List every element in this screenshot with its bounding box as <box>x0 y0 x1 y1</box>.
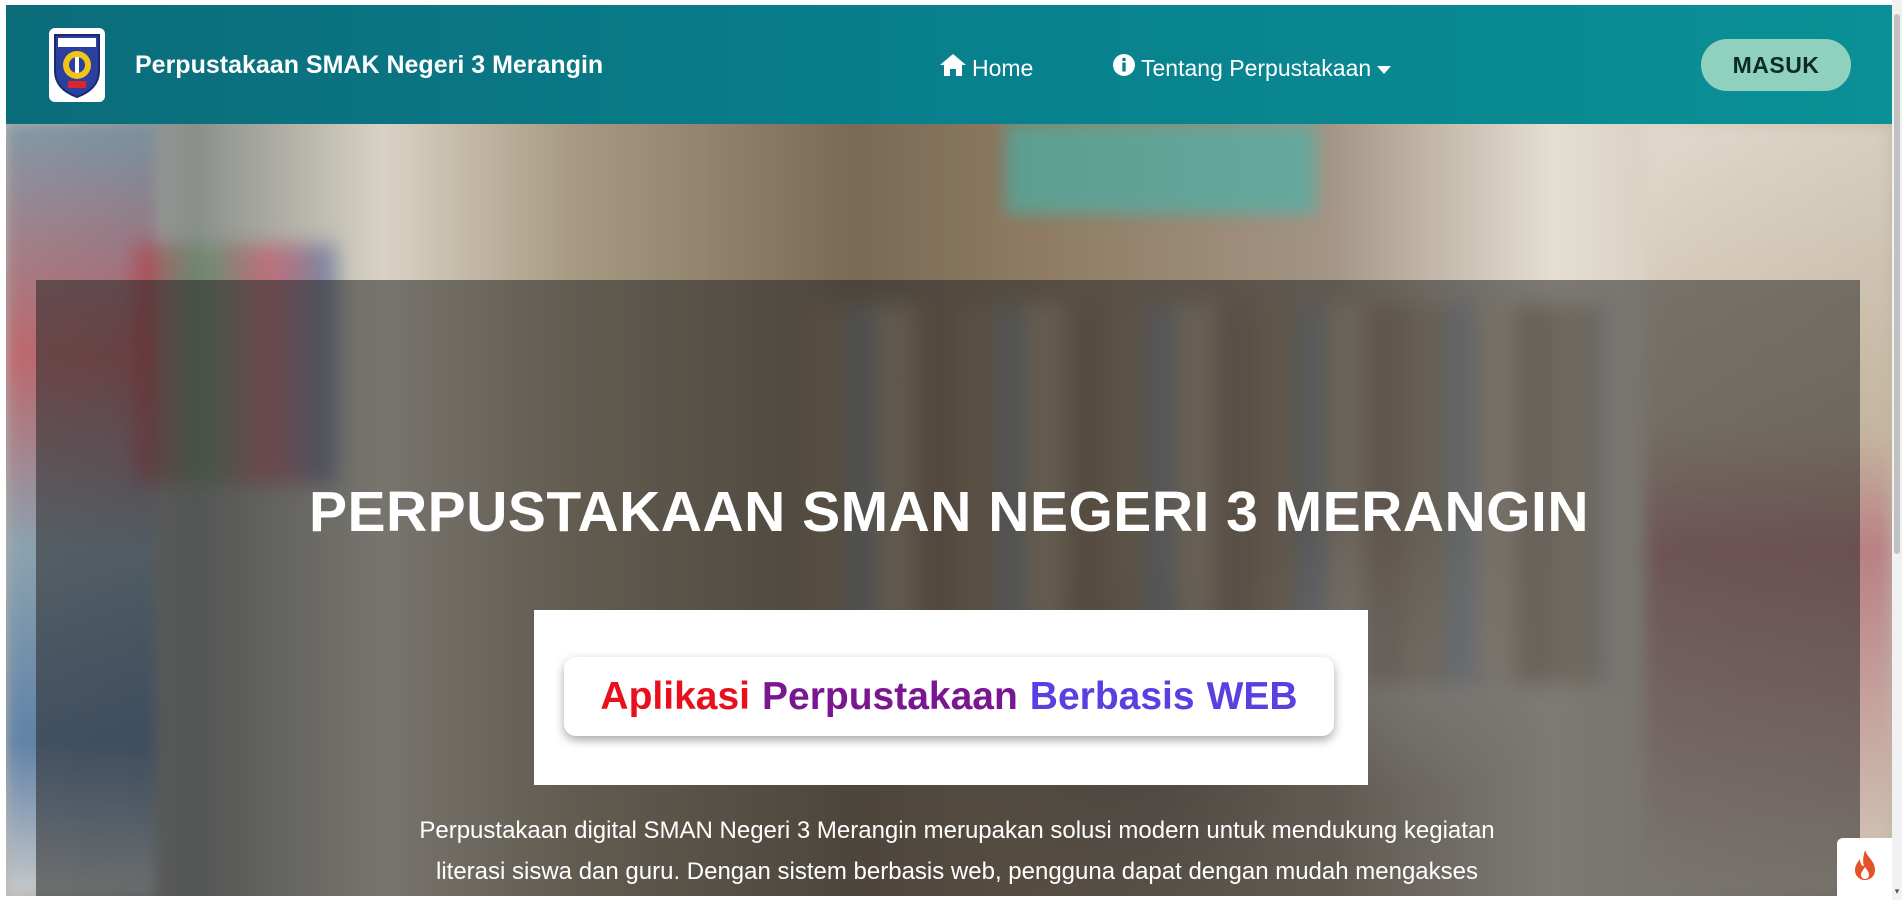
scroll-down-icon[interactable]: ▾ <box>1892 886 1902 896</box>
nav-home-link[interactable]: Home <box>939 53 1033 83</box>
tagline-word-web: WEB <box>1206 674 1298 718</box>
page-scrollbar[interactable]: ▾ <box>1892 0 1902 900</box>
fire-icon <box>1852 849 1878 886</box>
home-icon <box>939 53 967 83</box>
hero-description: Perpustakaan digital SMAN Negeri 3 Meran… <box>261 810 1653 892</box>
hero-section: PERPUSTAKAAN SMAN NEGERI 3 MERANGIN Apli… <box>6 124 1892 896</box>
tagline-word-perpustakaan: Perpustakaan <box>762 674 1018 718</box>
nav-about-label: Tentang Perpustakaan <box>1141 54 1372 81</box>
wall-poster <box>1006 124 1316 214</box>
hero-overlay <box>36 280 1860 896</box>
brand-title[interactable]: Perpustakaan SMAK Negeri 3 Merangin <box>135 51 603 80</box>
tagline-word-aplikasi: Aplikasi <box>600 674 750 718</box>
login-button[interactable]: MASUK <box>1701 39 1851 91</box>
hero-description-line1: Perpustakaan digital SMAN Negeri 3 Meran… <box>419 817 1495 844</box>
hero-description-line2: literasi siswa dan guru. Dengan sistem b… <box>436 858 1478 885</box>
tagline-box: Aplikasi Perpustakaan Berbasis WEB <box>534 610 1368 785</box>
page-viewport: Perpustakaan SMAK Negeri 3 Merangin Home… <box>6 5 1892 896</box>
fire-widget-button[interactable] <box>1837 838 1892 896</box>
tagline-card: Aplikasi Perpustakaan Berbasis WEB <box>564 657 1334 736</box>
caret-down-icon <box>1376 55 1392 82</box>
school-crest-icon[interactable] <box>49 28 105 102</box>
nav-about-dropdown[interactable]: Tentang Perpustakaan <box>1112 53 1392 83</box>
nav-home-label: Home <box>972 54 1034 81</box>
scrollbar-thumb[interactable] <box>1894 14 1900 554</box>
info-circle-icon <box>1112 53 1136 83</box>
tagline-word-berbasis: Berbasis <box>1029 674 1195 718</box>
navbar: Perpustakaan SMAK Negeri 3 Merangin Home… <box>6 5 1892 124</box>
hero-title: PERPUSTAKAAN SMAN NEGERI 3 MERANGIN <box>308 480 1590 544</box>
